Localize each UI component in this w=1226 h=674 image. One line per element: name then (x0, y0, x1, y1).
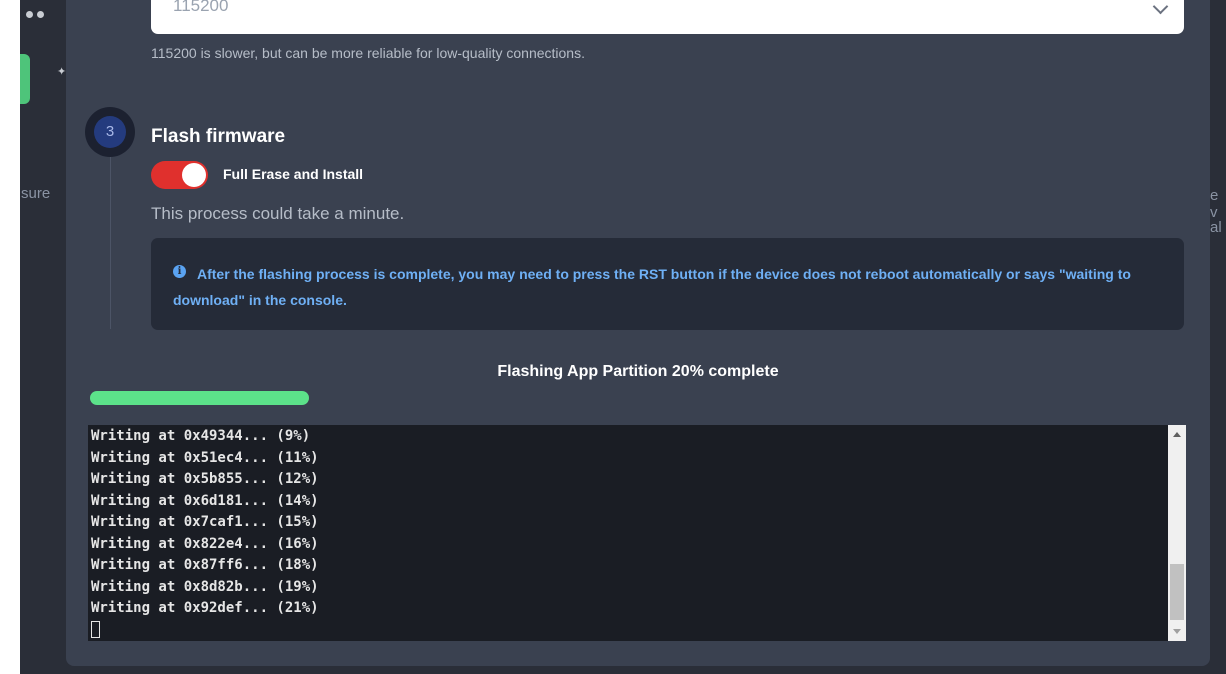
baud-rate-value: 115200 (173, 0, 229, 15)
window-controls (26, 11, 44, 18)
full-erase-toggle[interactable] (151, 161, 208, 189)
flash-dialog: 115200 115200 is slower, but can be more… (66, 0, 1210, 666)
background-button (20, 54, 30, 104)
console-scrollbar[interactable] (1168, 425, 1186, 641)
baud-rate-hint: 115200 is slower, but can be more reliab… (151, 45, 585, 61)
info-alert: i After the flashing process is complete… (151, 238, 1184, 330)
scroll-down-arrow-icon[interactable] (1173, 629, 1181, 634)
console-line: Writing at 0x5b855... (12%) (91, 471, 319, 487)
progress-bar-fill (90, 391, 309, 405)
step-number: 3 (94, 116, 126, 148)
step-indicator: 3 (85, 107, 135, 157)
console-line: Writing at 0x51ec4... (11%) (91, 449, 319, 466)
console-line: Writing at 0x87ff6... (18%) (91, 557, 319, 573)
baud-rate-select[interactable]: 115200 (151, 0, 1184, 34)
progress-status: Flashing App Partition 20% complete (497, 363, 779, 380)
background-text-right: e v (1210, 187, 1219, 221)
console-line: Writing at 0x8d82b... (19%) (91, 578, 319, 595)
process-note: This process could take a minute. (151, 204, 405, 223)
scrollbar-thumb[interactable] (1170, 564, 1184, 620)
background-text-left: sure (21, 185, 51, 202)
console-line: Writing at 0x822e4... (16%) (91, 535, 319, 552)
background-text-right-2: al (1210, 219, 1222, 236)
console-cursor (91, 620, 319, 642)
console-line: Writing at 0x7caf1... (15%) (91, 514, 319, 530)
step-connector-line (110, 157, 111, 329)
console-output[interactable]: Writing at 0x49344... (9%) Writing at 0x5… (88, 425, 1186, 641)
console-line: Writing at 0x6d181... (14%) (91, 492, 319, 509)
console-line: Writing at 0x92def... (21%) (91, 600, 319, 616)
sparkle-icon: ✦ (57, 66, 67, 78)
info-alert-text: After the flashing process is complete, … (173, 266, 1131, 308)
scroll-up-arrow-icon[interactable] (1173, 432, 1181, 437)
chevron-down-icon (1152, 0, 1169, 15)
console-log: Writing at 0x49344... (9%) Writing at 0x5… (91, 426, 319, 641)
text-cursor-icon (91, 621, 100, 638)
toggle-knob (182, 163, 206, 187)
progress-bar (90, 391, 1184, 405)
console-line: Writing at 0x49344... (9%) (91, 428, 311, 444)
step-title: Flash firmware (151, 126, 286, 147)
full-erase-label: Full Erase and Install (223, 166, 364, 182)
